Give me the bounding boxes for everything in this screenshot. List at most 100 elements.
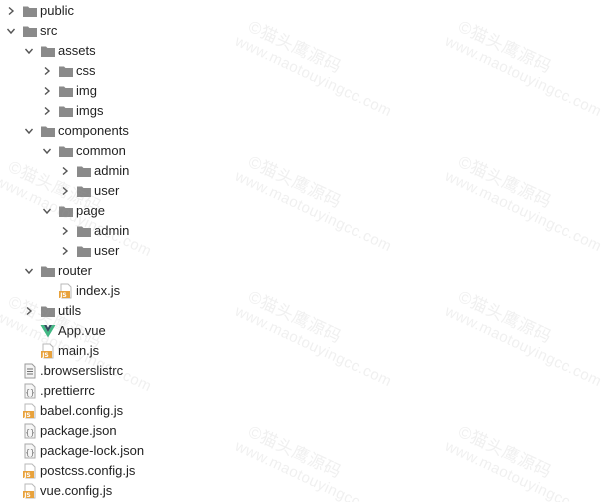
folder-icon xyxy=(22,23,38,39)
svg-text:{}: {} xyxy=(25,428,35,437)
tree-folder-assets[interactable]: assets xyxy=(0,41,614,61)
svg-text:JS: JS xyxy=(41,352,49,359)
tree-folder-page[interactable]: page xyxy=(0,201,614,221)
text-file-icon xyxy=(22,363,38,379)
folder-icon xyxy=(58,63,74,79)
javascript-file-icon: JS xyxy=(22,403,38,419)
file-explorer-tree: public src assets css img imgs components commo… xyxy=(0,0,614,502)
tree-file-babel-config-js[interactable]: JS babel.config.js xyxy=(0,401,614,421)
tree-folder-src[interactable]: src xyxy=(0,21,614,41)
folder-icon xyxy=(58,103,74,119)
tree-file-main-js[interactable]: JS main.js xyxy=(0,341,614,361)
config-file-icon: {} xyxy=(22,383,38,399)
svg-text:JS: JS xyxy=(23,472,31,479)
chevron-right-icon[interactable] xyxy=(58,161,72,181)
tree-item-label: components xyxy=(58,123,129,138)
chevron-placeholder xyxy=(4,401,18,421)
folder-icon xyxy=(76,183,92,199)
tree-item-label: user xyxy=(94,183,120,198)
chevron-placeholder xyxy=(4,381,18,401)
svg-text:JS: JS xyxy=(23,492,31,499)
tree-file-browserslistrc[interactable]: .browserslistrc xyxy=(0,361,614,381)
folder-icon xyxy=(58,83,74,99)
tree-folder-utils[interactable]: utils xyxy=(0,301,614,321)
chevron-down-icon[interactable] xyxy=(4,21,18,41)
chevron-down-icon[interactable] xyxy=(22,121,36,141)
tree-item-label: img xyxy=(76,83,97,98)
folder-icon xyxy=(22,3,38,19)
tree-file-postcss-config-js[interactable]: JS postcss.config.js xyxy=(0,461,614,481)
chevron-right-icon[interactable] xyxy=(58,241,72,261)
tree-folder-admin[interactable]: admin xyxy=(0,161,614,181)
svg-text:JS: JS xyxy=(23,412,31,419)
tree-item-label: App.vue xyxy=(58,323,106,338)
tree-folder-common[interactable]: common xyxy=(0,141,614,161)
javascript-file-icon: JS xyxy=(40,343,56,359)
chevron-down-icon[interactable] xyxy=(22,41,36,61)
tree-item-label: package.json xyxy=(40,423,117,438)
folder-icon xyxy=(58,143,74,159)
tree-item-label: package-lock.json xyxy=(40,443,145,458)
javascript-file-icon: JS xyxy=(58,283,74,299)
javascript-file-icon: JS xyxy=(22,483,38,499)
tree-folder-imgs[interactable]: imgs xyxy=(0,101,614,121)
tree-file-app-vue[interactable]: App.vue xyxy=(0,321,614,341)
folder-icon xyxy=(76,163,92,179)
config-file-icon: {} xyxy=(22,423,38,439)
folder-icon xyxy=(76,223,92,239)
tree-folder-css[interactable]: css xyxy=(0,61,614,81)
tree-file-package-lock-json[interactable]: {} package-lock.json xyxy=(0,441,614,461)
svg-text:JS: JS xyxy=(59,292,67,299)
tree-file-vue-config-js[interactable]: JS vue.config.js xyxy=(0,481,614,501)
tree-item-label: css xyxy=(76,63,96,78)
chevron-down-icon[interactable] xyxy=(40,141,54,161)
tree-item-label: page xyxy=(76,203,105,218)
folder-icon xyxy=(40,263,56,279)
tree-folder-admin[interactable]: admin xyxy=(0,221,614,241)
tree-item-label: router xyxy=(58,263,92,278)
tree-folder-components[interactable]: components xyxy=(0,121,614,141)
chevron-down-icon[interactable] xyxy=(22,261,36,281)
tree-folder-img[interactable]: img xyxy=(0,81,614,101)
tree-item-label: common xyxy=(76,143,126,158)
tree-item-label: babel.config.js xyxy=(40,403,124,418)
chevron-down-icon[interactable] xyxy=(40,201,54,221)
chevron-placeholder xyxy=(4,481,18,501)
chevron-placeholder xyxy=(40,281,54,301)
tree-file-prettierrc[interactable]: {} .prettierrc xyxy=(0,381,614,401)
folder-icon xyxy=(40,303,56,319)
chevron-right-icon[interactable] xyxy=(40,81,54,101)
tree-item-label: admin xyxy=(94,223,130,238)
chevron-placeholder xyxy=(4,421,18,441)
tree-folder-router[interactable]: router xyxy=(0,261,614,281)
chevron-placeholder xyxy=(22,321,36,341)
tree-file-index-js[interactable]: JS index.js xyxy=(0,281,614,301)
folder-icon xyxy=(40,123,56,139)
tree-file-package-json[interactable]: {} package.json xyxy=(0,421,614,441)
tree-item-label: postcss.config.js xyxy=(40,463,136,478)
chevron-placeholder xyxy=(4,461,18,481)
svg-text:{}: {} xyxy=(25,448,35,457)
chevron-right-icon[interactable] xyxy=(40,101,54,121)
chevron-placeholder xyxy=(4,361,18,381)
folder-icon xyxy=(40,43,56,59)
vue-file-icon xyxy=(40,323,56,339)
tree-item-label: .prettierrc xyxy=(40,383,95,398)
tree-item-label: src xyxy=(40,23,58,38)
tree-item-label: index.js xyxy=(76,283,121,298)
tree-folder-user[interactable]: user xyxy=(0,241,614,261)
tree-folder-user[interactable]: user xyxy=(0,181,614,201)
tree-folder-public[interactable]: public xyxy=(0,1,614,21)
config-file-icon: {} xyxy=(22,443,38,459)
folder-icon xyxy=(58,203,74,219)
chevron-right-icon[interactable] xyxy=(4,1,18,21)
folder-icon xyxy=(76,243,92,259)
tree-item-label: .browserslistrc xyxy=(40,363,124,378)
tree-item-label: vue.config.js xyxy=(40,483,113,498)
tree-item-label: public xyxy=(40,3,74,18)
chevron-right-icon[interactable] xyxy=(40,61,54,81)
chevron-right-icon[interactable] xyxy=(58,221,72,241)
chevron-right-icon[interactable] xyxy=(22,301,36,321)
tree-item-label: user xyxy=(94,243,120,258)
chevron-right-icon[interactable] xyxy=(58,181,72,201)
